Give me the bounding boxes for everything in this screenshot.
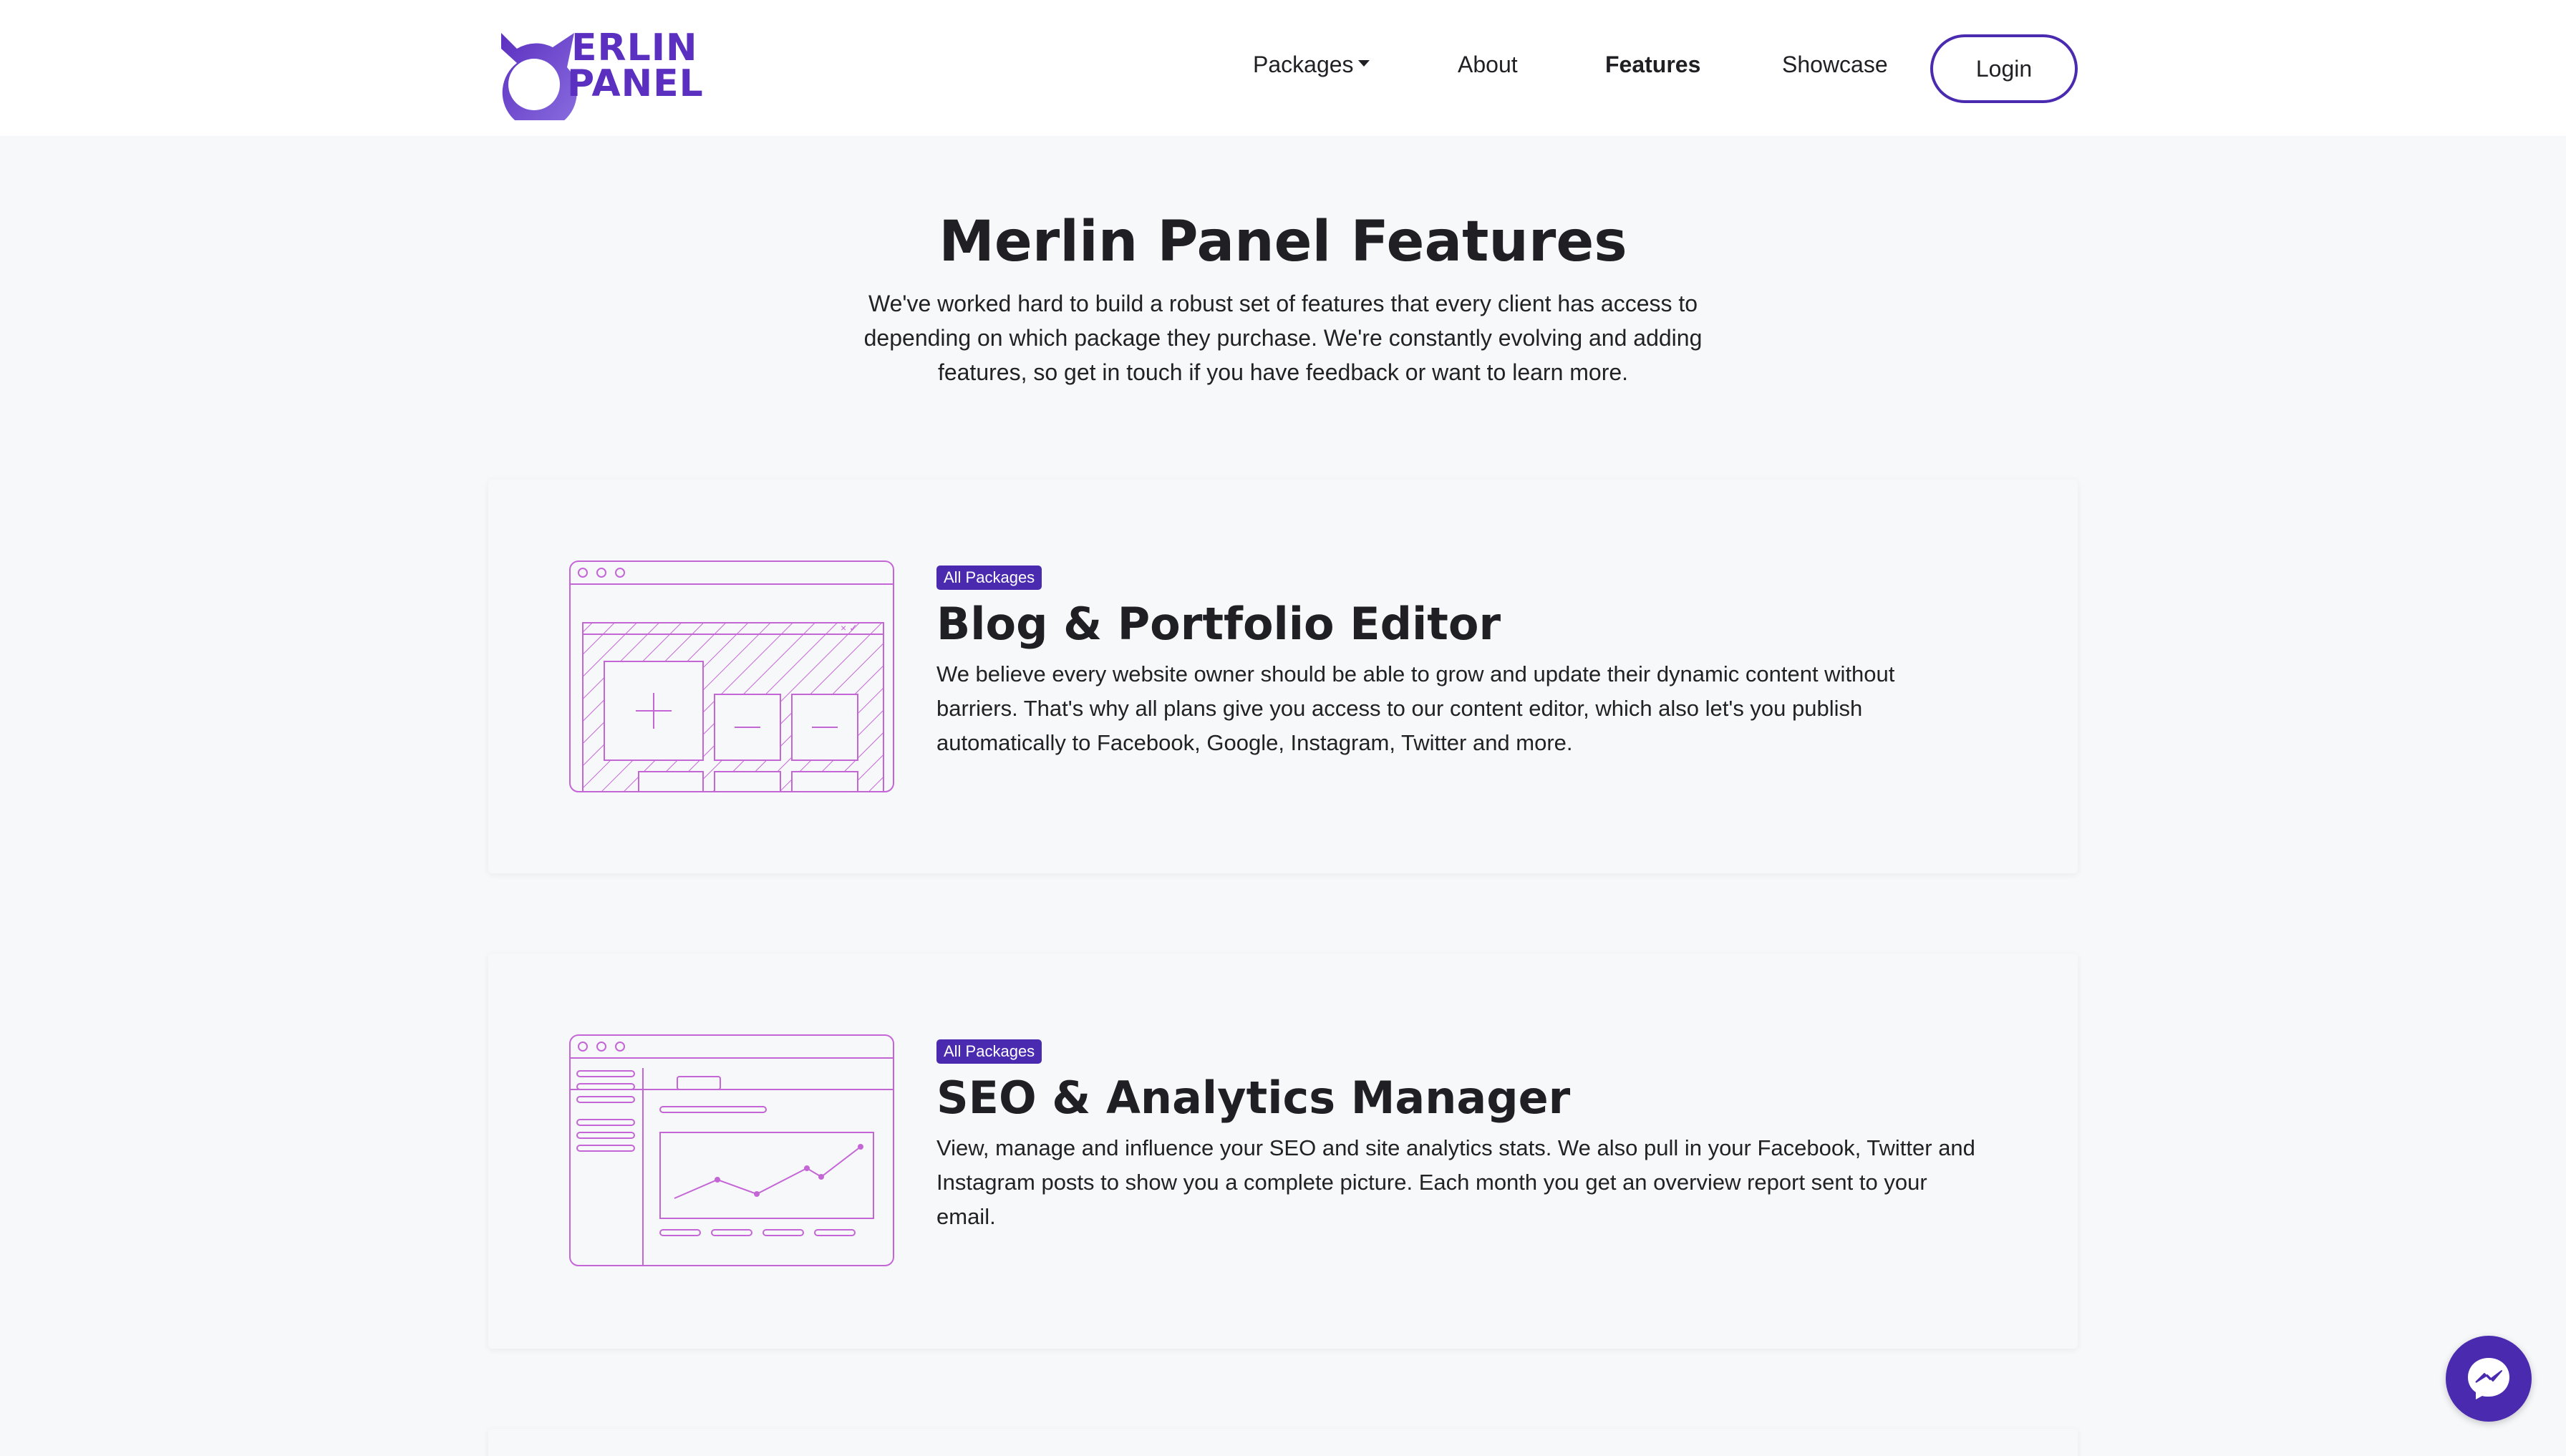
nav-showcase[interactable]: Showcase <box>1782 52 1888 78</box>
feature-description: We believe every website owner should be… <box>936 661 1895 755</box>
feature-title: SEO & Analytics Manager <box>936 1072 1571 1124</box>
page-intro: We've worked hard to build a robust set … <box>863 291 1703 385</box>
svg-text:× ✓: × ✓ <box>841 622 858 634</box>
navbar: ERLIN PANEL Packages About Features Show… <box>0 0 2566 136</box>
feature-content: All Packages Blog & Portfolio Editor We … <box>936 566 1982 760</box>
messenger-chat-button[interactable] <box>2446 1336 2532 1422</box>
chevron-down-icon <box>1357 60 1370 67</box>
nav-features[interactable]: Features <box>1605 52 1700 78</box>
main-nav: Packages About Features Showcase Login <box>0 0 2566 136</box>
feature-content: All Packages SEO & Analytics Manager Vie… <box>936 1039 1982 1234</box>
messenger-icon <box>2468 1358 2509 1399</box>
login-button[interactable]: Login <box>1930 34 2078 103</box>
feature-card: × ✓ All Packages Blog & Portfolio Editor… <box>488 480 2078 873</box>
package-badge: All Packages <box>936 566 1042 590</box>
editor-illustration-icon: × ✓ <box>569 560 894 792</box>
nav-packages-label: Packages <box>1253 52 1354 77</box>
feature-title: Blog & Portfolio Editor <box>936 598 1501 650</box>
package-badge: All Packages <box>936 1039 1042 1064</box>
analytics-illustration-icon <box>569 1034 894 1266</box>
feature-card: All Packages SEO & Analytics Manager Vie… <box>488 953 2078 1349</box>
nav-about[interactable]: About <box>1458 52 1518 78</box>
feature-card <box>488 1429 2078 1456</box>
nav-packages[interactable]: Packages <box>1253 52 1370 78</box>
feature-description: View, manage and influence your SEO and … <box>936 1135 1975 1229</box>
page-header: Merlin Panel Features We've worked hard … <box>0 208 2566 389</box>
page-title: Merlin Panel Features <box>939 210 1627 274</box>
